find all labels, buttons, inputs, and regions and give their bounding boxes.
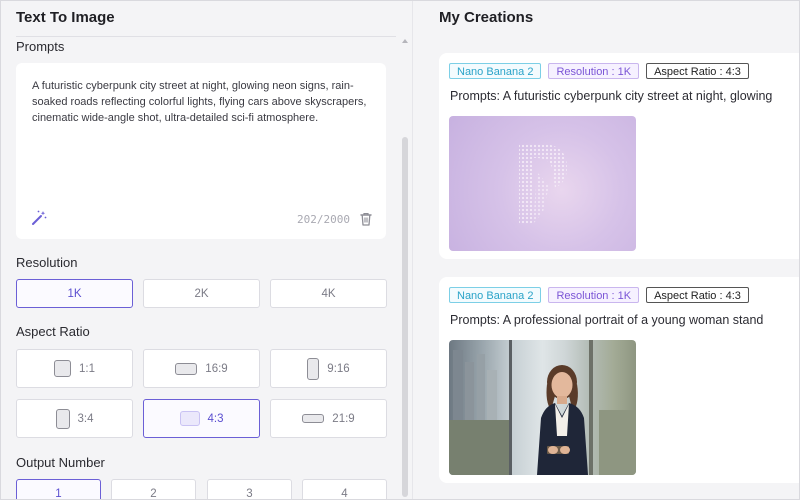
aspect-ratio-option-1-1[interactable]: 1:1 <box>16 349 133 388</box>
aspect-ratio-option-label: 9:16 <box>327 362 350 375</box>
aspect-ratio-option-3-4[interactable]: 3:4 <box>16 399 133 438</box>
resolution-option-1k[interactable]: 1K <box>16 279 133 308</box>
resolution-option-4k[interactable]: 4K <box>270 279 387 308</box>
title-divider <box>16 36 396 37</box>
output-number-option-label: 3 <box>246 487 253 500</box>
output-number-option-label: 1 <box>55 487 62 500</box>
trash-icon[interactable] <box>358 211 374 227</box>
aspect-ratio-label: Aspect Ratio <box>16 324 90 339</box>
woman-portrait-illustration <box>449 340 636 475</box>
square-ratio-icon <box>54 360 71 377</box>
tag-row: Nano Banana 2 Resolution : 1K Aspect Rat… <box>449 63 749 79</box>
resolution-option-2k[interactable]: 2K <box>143 279 260 308</box>
output-number-option-label: 4 <box>341 487 348 500</box>
aspect-ratio-option-4-3[interactable]: 4:3 <box>143 399 260 438</box>
output-number-option-4[interactable]: 4 <box>302 479 387 500</box>
tag-row: Nano Banana 2 Resolution : 1K Aspect Rat… <box>449 287 749 303</box>
creation-prompt: Prompts: A futuristic cyberpunk city str… <box>450 89 773 103</box>
aspect-ratio-option-label: 4:3 <box>207 412 224 425</box>
output-number-option-3[interactable]: 3 <box>207 479 292 500</box>
character-count: 202/2000 <box>297 213 350 226</box>
output-number-label: Output Number <box>16 455 105 470</box>
creation-prompt: Prompts: A professional portrait of a yo… <box>450 313 764 327</box>
creation-card[interactable]: Nano Banana 2 Resolution : 1K Aspect Rat… <box>439 53 799 259</box>
my-creations-panel: My Creations Nano Banana 2 Resolution : … <box>413 1 799 499</box>
creation-card[interactable]: Nano Banana 2 Resolution : 1K Aspect Rat… <box>439 277 799 483</box>
brand-logo-icon <box>519 144 567 224</box>
model-tag: Nano Banana 2 <box>449 63 542 79</box>
output-number-option-1[interactable]: 1 <box>16 479 101 500</box>
landscape-ratio-icon <box>179 411 200 426</box>
model-tag: Nano Banana 2 <box>449 287 542 303</box>
resolution-option-label: 4K <box>321 287 336 300</box>
landscape-ratio-icon <box>175 362 198 375</box>
prompts-label: Prompts <box>16 39 65 54</box>
aspect-ratio-option-label: 3:4 <box>77 412 94 425</box>
resolution-tag: Resolution : 1K <box>548 63 640 79</box>
panel-title: My Creations <box>439 9 534 26</box>
output-number-option-2[interactable]: 2 <box>111 479 196 500</box>
aspect-ratio-option-label: 21:9 <box>332 412 355 425</box>
output-number-option-label: 2 <box>150 487 157 500</box>
magic-wand-icon[interactable] <box>30 209 48 227</box>
aspect-ratio-option-21-9[interactable]: 21:9 <box>270 399 387 438</box>
scroll-up-arrow-icon[interactable] <box>402 39 408 43</box>
portrait-photo <box>449 340 636 475</box>
scrollbar-thumb[interactable] <box>402 137 408 497</box>
app-window: Text To Image Prompts A futuristic cyber… <box>0 0 800 500</box>
wide-ratio-icon <box>302 414 325 423</box>
aspect-ratio-option-9-16[interactable]: 9:16 <box>270 349 387 388</box>
aspect-ratio-option-label: 16:9 <box>205 362 228 375</box>
portrait-ratio-icon <box>55 408 70 429</box>
generated-image-placeholder[interactable] <box>449 116 636 251</box>
panel-title: Text To Image <box>16 9 115 26</box>
aspect-ratio-option-label: 1:1 <box>79 362 95 375</box>
resolution-label: Resolution <box>16 255 78 270</box>
prompt-textarea[interactable]: A futuristic cyberpunk city street at ni… <box>16 63 386 239</box>
aspect-ratio-option-16-9[interactable]: 16:9 <box>143 349 260 388</box>
resolution-tag: Resolution : 1K <box>548 287 640 303</box>
aspect-ratio-tag: Aspect Ratio : 4:3 <box>646 287 749 303</box>
text-to-image-panel: Text To Image Prompts A futuristic cyber… <box>1 1 413 500</box>
prompt-text[interactable]: A futuristic cyberpunk city street at ni… <box>32 78 372 126</box>
placeholder-gradient <box>449 116 636 251</box>
scrollbar[interactable] <box>401 37 409 499</box>
resolution-option-label: 1K <box>67 287 82 300</box>
aspect-ratio-tag: Aspect Ratio : 4:3 <box>646 63 749 79</box>
resolution-option-label: 2K <box>194 287 209 300</box>
portrait-ratio-icon <box>307 357 320 380</box>
generated-image[interactable] <box>449 340 636 475</box>
